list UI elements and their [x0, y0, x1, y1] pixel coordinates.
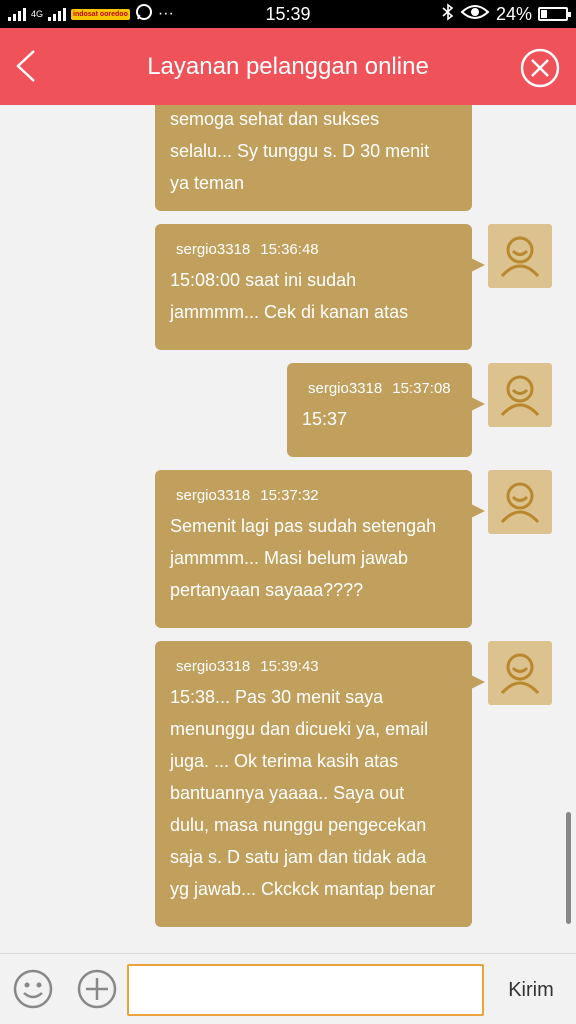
- message-meta: sergio3318 15:37:32: [170, 470, 457, 504]
- bubble-tail: [471, 258, 485, 272]
- avatar[interactable]: [488, 470, 552, 534]
- message-line: saja s. D satu jam dan tidak ada: [170, 847, 427, 867]
- attach-button[interactable]: [76, 968, 118, 1010]
- battery-icon: [538, 7, 571, 21]
- message-meta: sergio3318 15:39:43: [170, 641, 457, 675]
- message-line: jammmm... Cek di kanan atas: [170, 302, 409, 322]
- battery-percent: 24%: [495, 3, 532, 24]
- message-line: 15:37: [302, 409, 348, 429]
- status-bar: 4G indosat ooredoo ··· 15:39 24%: [0, 0, 576, 28]
- message-text: semoga sehat dan sukses selalu... Sy tun…: [170, 105, 457, 199]
- smiley-icon: [13, 969, 53, 1009]
- message-time: 15:39:43: [260, 658, 319, 675]
- chat-area[interactable]: semoga sehat dan sukses selalu... Sy tun…: [0, 105, 576, 953]
- message-bubble: sergio3318 15:36:48 15:08:00 saat ini sud…: [155, 224, 485, 350]
- user-avatar-icon: [500, 375, 540, 417]
- message-line: juga. ... Ok terima kasih atas: [170, 751, 399, 771]
- message-composer: Kirim: [0, 953, 576, 1024]
- message-text: 15:37: [302, 403, 457, 435]
- user-avatar-icon: [500, 236, 540, 278]
- message-line: pertanyaan sayaaa????: [170, 580, 364, 600]
- user-avatar-icon: [500, 482, 540, 524]
- message-text: Semenit lagi pas sudah setengah jammmm..…: [170, 510, 457, 606]
- avatar[interactable]: [488, 363, 552, 427]
- emoji-button[interactable]: [12, 968, 54, 1010]
- message-line: menunggu dan dicueki ya, email: [170, 719, 429, 739]
- message-username: sergio3318: [176, 658, 251, 675]
- close-button[interactable]: [520, 48, 560, 88]
- message-username: sergio3318: [176, 241, 251, 258]
- bubble-tail: [471, 397, 485, 411]
- message-line: ya teman: [170, 173, 245, 193]
- message-username: sergio3318: [308, 380, 383, 397]
- avatar[interactable]: [488, 641, 552, 705]
- message-meta: sergio3318 15:36:48: [170, 224, 457, 258]
- message-time: 15:37:08: [392, 380, 451, 397]
- bubble-tail: [471, 504, 485, 518]
- message-bubble: sergio3318 15:39:43 15:38... Pas 30 menit…: [155, 641, 485, 927]
- scrollbar-thumb[interactable]: [566, 812, 571, 924]
- send-button[interactable]: Kirim: [492, 964, 570, 1016]
- message-line: yg jawab... Ckckck mantap benar: [170, 879, 436, 899]
- page-title: Layanan pelanggan online: [147, 53, 429, 80]
- message-text: 15:38... Pas 30 menit saya menunggu dan …: [170, 681, 457, 905]
- message-line: 15:38... Pas 30 menit saya: [170, 687, 384, 707]
- message-line: 15:08:00 saat ini sudah: [170, 270, 357, 290]
- message-line: selalu... Sy tunggu s. D 30 menit: [170, 141, 430, 161]
- message-time: 15:36:48: [260, 241, 319, 258]
- message-bubble: sergio3318 15:37:32 Semenit lagi pas suda…: [155, 470, 485, 628]
- message-meta: sergio3318 15:37:08: [302, 363, 457, 397]
- close-circle-icon: [520, 48, 560, 88]
- user-avatar-icon: [500, 653, 540, 695]
- message-username: sergio3318: [176, 487, 251, 504]
- message-input[interactable]: [127, 964, 484, 1016]
- message-line: Semenit lagi pas sudah setengah: [170, 516, 437, 536]
- battery-fill: [541, 10, 547, 18]
- message-line: dulu, masa nunggu pengecekan: [170, 815, 427, 835]
- status-right: 24%: [442, 0, 571, 28]
- message-bubble: sergio3318 15:37:08 15:37: [287, 363, 485, 457]
- eye-icon: [460, 4, 490, 25]
- plus-circle-icon: [77, 969, 117, 1009]
- bluetooth-icon: [442, 2, 454, 26]
- message-text: 15:08:00 saat ini sudah jammmm... Cek di…: [170, 264, 457, 328]
- avatar[interactable]: [488, 224, 552, 288]
- message-line: bantuannya yaaaa.. Saya out: [170, 783, 405, 803]
- message-time: 15:37:32: [260, 487, 319, 504]
- message-line: semoga sehat dan sukses: [170, 109, 380, 129]
- bubble-tail: [471, 675, 485, 689]
- message-line: jammmm... Masi belum jawab: [170, 548, 409, 568]
- app-header: Layanan pelanggan online: [0, 28, 576, 105]
- message-bubble: semoga sehat dan sukses selalu... Sy tun…: [155, 105, 472, 211]
